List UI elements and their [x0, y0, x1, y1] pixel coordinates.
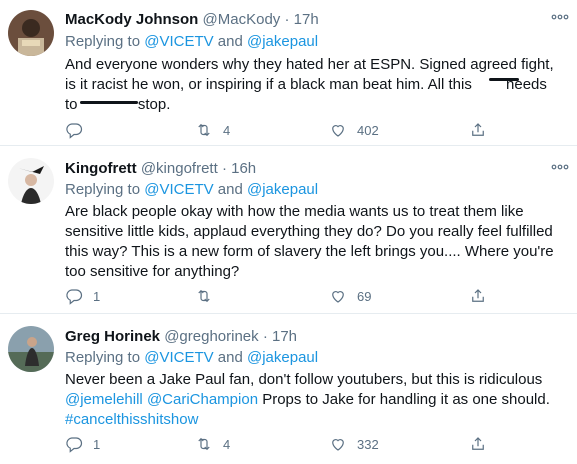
retweet-icon [198, 123, 210, 137]
reply-icon [66, 289, 83, 305]
like-icon [332, 125, 344, 137]
text-segment: is it racist he won, or inspiring if a b… [65, 76, 472, 93]
display-name[interactable]: MacKody Johnson [65, 11, 198, 28]
mention-link[interactable]: @VICETV [144, 33, 213, 50]
tweet-text: And everyone wonders why they hated her … [65, 55, 570, 115]
tweet-actions: 1 69 [65, 287, 495, 307]
timestamp[interactable]: 16h [231, 160, 256, 177]
mention-link[interactable]: @VICETV [144, 349, 213, 366]
tweet-text: Never been a Jake Paul fan, don't follow… [65, 370, 570, 430]
mention-link[interactable]: @jemelehill [65, 391, 143, 408]
avatar[interactable] [8, 158, 54, 204]
tweet-header: Greg Horinek @greghorinek · 17h [65, 327, 547, 347]
replying-and: and [217, 33, 243, 50]
like-button[interactable]: 402 [329, 121, 379, 139]
share-button[interactable] [469, 435, 487, 453]
text-segment: stop. [137, 96, 171, 113]
tweet[interactable]: MacKody Johnson @MacKody · 17h Replying … [0, 0, 577, 146]
hashtag-link[interactable]: #cancelthisshitshow [65, 411, 198, 428]
tweet-actions: 4 402 [65, 121, 495, 141]
separator: · [221, 160, 227, 177]
retweet-button[interactable]: 4 [195, 121, 230, 139]
user-handle[interactable]: @greghorinek [164, 328, 258, 345]
retweet-count: 4 [223, 436, 231, 452]
tweet-text: Are black people okay with how the media… [65, 202, 570, 282]
redaction-bar [80, 101, 138, 104]
text-line: too sensitive for anything? [65, 263, 240, 280]
replying-to: Replying to @VICETV and @jakepaul [65, 32, 318, 52]
like-button[interactable]: 332 [329, 435, 379, 453]
mention-link[interactable]: @jakepaul [247, 349, 318, 366]
tweet[interactable]: Kingofrett @kingofrett · 16h Replying to… [0, 146, 577, 314]
redaction-bar [489, 78, 519, 81]
reply-button[interactable]: 1 [65, 435, 100, 453]
retweet-count: 4 [223, 122, 231, 138]
reply-icon [66, 437, 83, 453]
display-name[interactable]: Greg Horinek [65, 328, 160, 345]
retweet-button[interactable] [195, 287, 223, 305]
text-line: to stop. [65, 95, 570, 115]
timestamp[interactable]: 17h [294, 11, 319, 28]
replying-label: Replying to [65, 349, 141, 366]
share-button[interactable] [469, 121, 487, 139]
like-count: 69 [357, 288, 372, 304]
avatar[interactable] [8, 10, 54, 56]
text-segment: to [65, 96, 78, 113]
like-icon [332, 439, 344, 451]
text-line: Are black people okay with how the media… [65, 203, 524, 220]
like-count: 402 [357, 122, 379, 138]
display-name[interactable]: Kingofrett [65, 160, 137, 177]
retweet-icon [198, 289, 210, 303]
text-line: And everyone wonders why they hated her … [65, 56, 554, 73]
timestamp[interactable]: 17h [272, 328, 297, 345]
reply-button[interactable] [65, 121, 93, 139]
tweet-header: MacKody Johnson @MacKody · 17h [65, 10, 547, 30]
replying-and: and [217, 349, 243, 366]
share-icon [472, 437, 484, 450]
text-segment: Props to Jake for handling it as one sho… [262, 391, 550, 408]
mention-link[interactable]: @jakepaul [247, 33, 318, 50]
tweet-header: Kingofrett @kingofrett · 16h [65, 159, 547, 179]
separator: · [262, 328, 268, 345]
mention-link[interactable]: @jakepaul [247, 181, 318, 198]
replying-to: Replying to @VICETV and @jakepaul [65, 180, 318, 200]
replying-label: Replying to [65, 181, 141, 198]
user-handle[interactable]: @MacKody [203, 11, 281, 28]
like-icon [332, 291, 344, 303]
replying-label: Replying to [65, 33, 141, 50]
share-icon [472, 289, 484, 302]
more-icon[interactable] [551, 12, 569, 22]
more-icon[interactable] [551, 162, 569, 172]
like-button[interactable]: 69 [329, 287, 371, 305]
mention-link[interactable]: @CariChampion [147, 391, 258, 408]
text-line: @jemelehill @CariChampion Props to Jake … [65, 390, 570, 410]
user-handle[interactable]: @kingofrett [141, 160, 218, 177]
reply-button[interactable]: 1 [65, 287, 100, 305]
separator: · [284, 11, 290, 28]
text-line: this way? This is a new form of slavery … [65, 243, 554, 260]
replying-to: Replying to @VICETV and @jakepaul [65, 348, 318, 368]
share-icon [472, 123, 484, 136]
text-line: Never been a Jake Paul fan, don't follow… [65, 371, 543, 388]
share-button[interactable] [469, 287, 487, 305]
avatar[interactable] [8, 326, 54, 372]
reply-count: 1 [93, 288, 101, 304]
retweet-button[interactable]: 4 [195, 435, 230, 453]
like-count: 332 [357, 436, 379, 452]
text-line: sensitive little kids, applaud everythin… [65, 223, 553, 240]
tweet-actions: 1 4 332 [65, 435, 495, 455]
retweet-icon [198, 437, 210, 451]
reply-count: 1 [93, 436, 101, 452]
reply-icon [66, 123, 83, 139]
tweet[interactable]: Greg Horinek @greghorinek · 17h Replying… [0, 314, 577, 464]
replying-and: and [217, 181, 243, 198]
mention-link[interactable]: @VICETV [144, 181, 213, 198]
